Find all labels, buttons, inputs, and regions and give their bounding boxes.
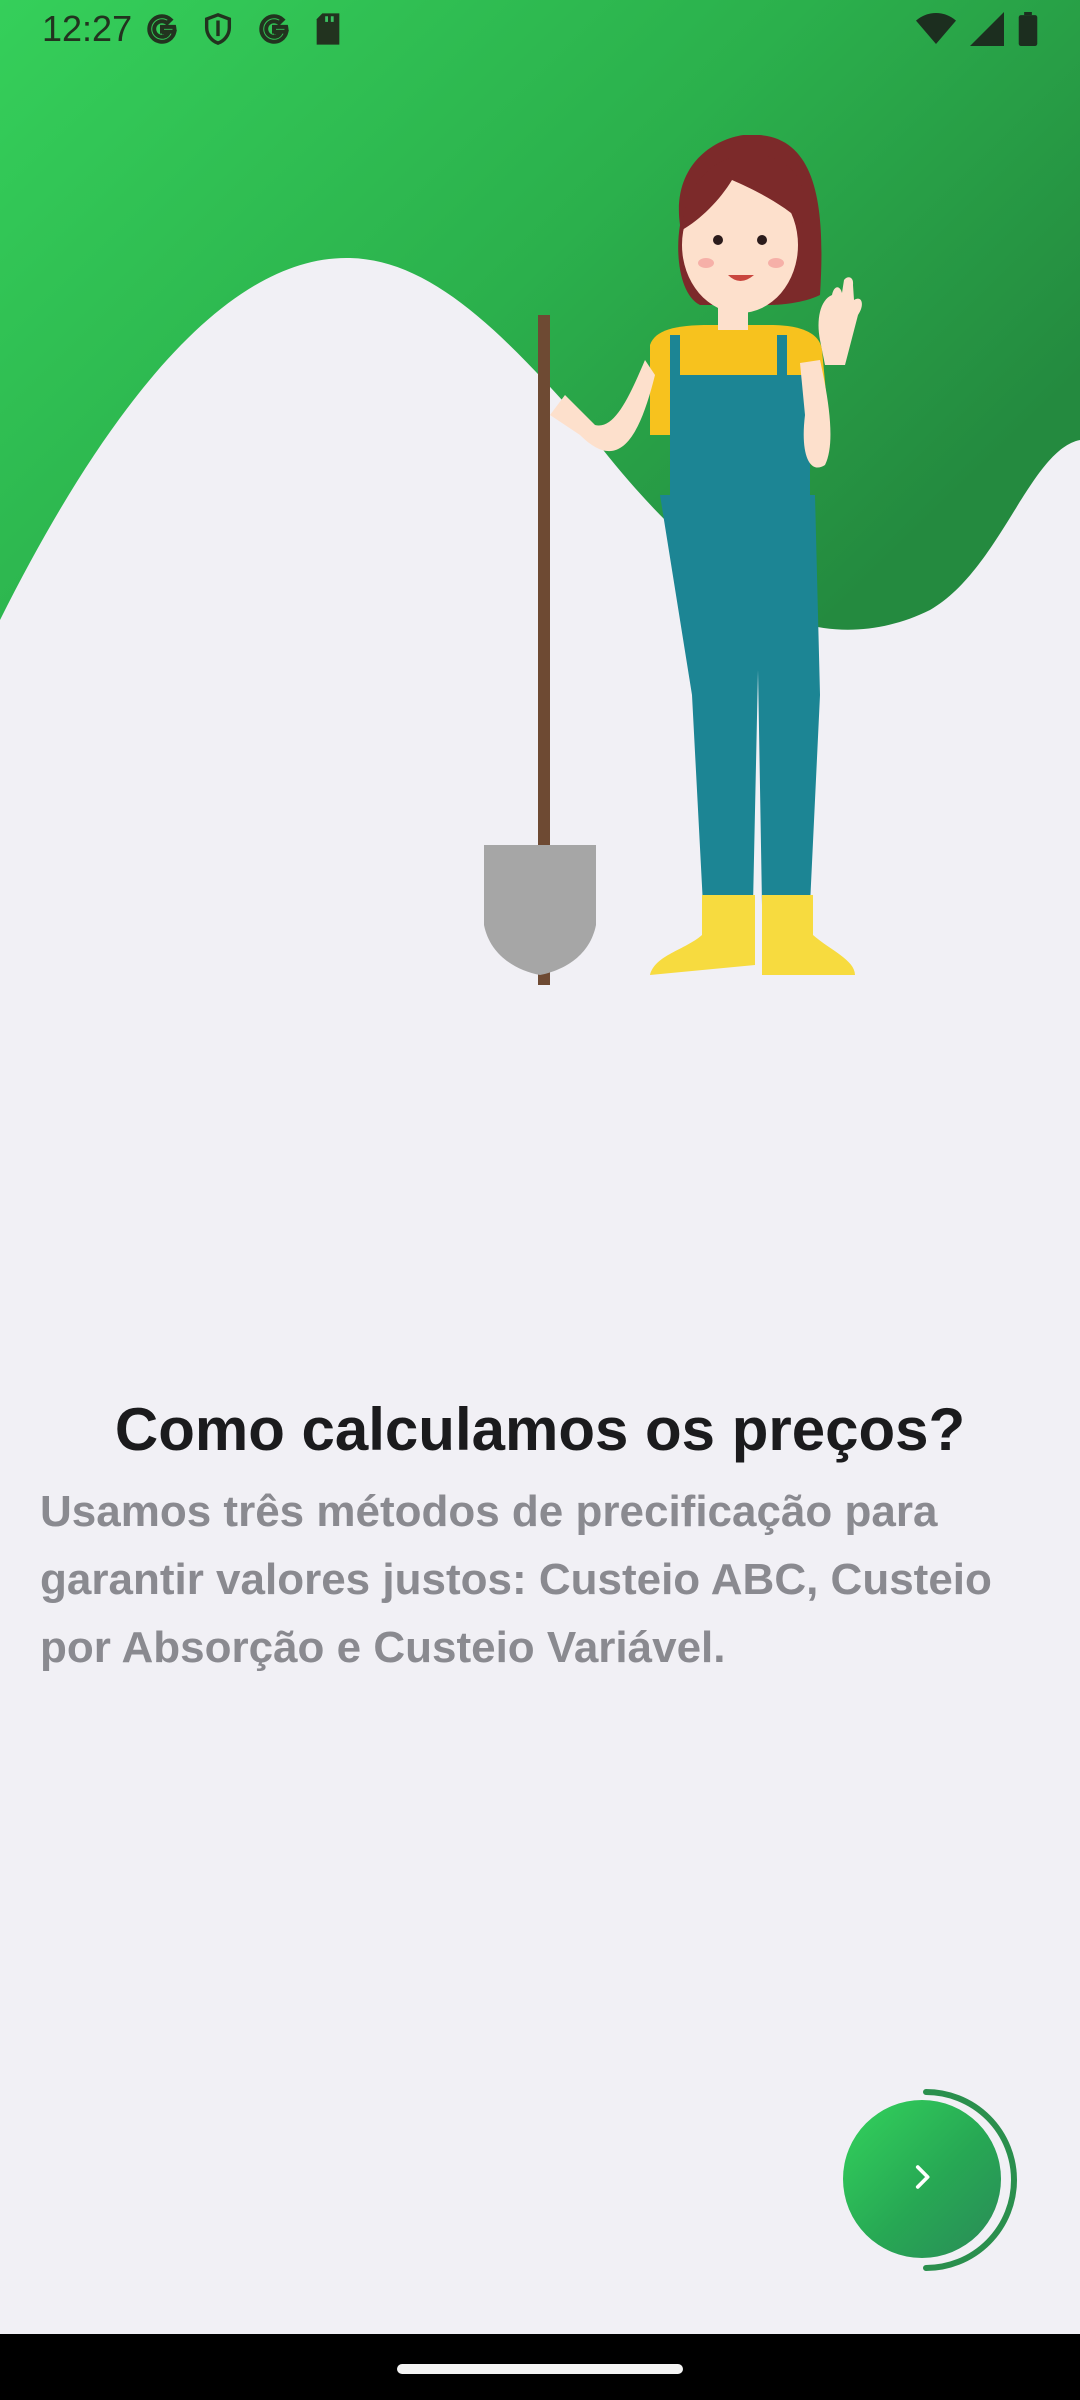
shovel-icon bbox=[484, 845, 596, 975]
google-g-icon bbox=[257, 12, 291, 51]
status-time: 12:27 bbox=[42, 8, 133, 49]
onboarding-description: Usamos três métodos de precificação para… bbox=[40, 1487, 992, 1672]
home-indicator[interactable] bbox=[397, 2364, 683, 2374]
status-bar: 12:27 bbox=[0, 0, 1080, 64]
signal-icon bbox=[970, 12, 1004, 51]
sd-card-icon bbox=[313, 12, 343, 51]
google-g-icon bbox=[145, 12, 179, 51]
shield-icon bbox=[201, 12, 235, 51]
battery-icon bbox=[1018, 12, 1038, 51]
onboarding-title: Como calculamos os preços? bbox=[114, 1396, 966, 1463]
next-button[interactable] bbox=[843, 2100, 1001, 2258]
chevron-right-icon bbox=[905, 2160, 939, 2199]
farmer-woman-illustration bbox=[484, 135, 862, 985]
wifi-icon bbox=[916, 12, 956, 51]
